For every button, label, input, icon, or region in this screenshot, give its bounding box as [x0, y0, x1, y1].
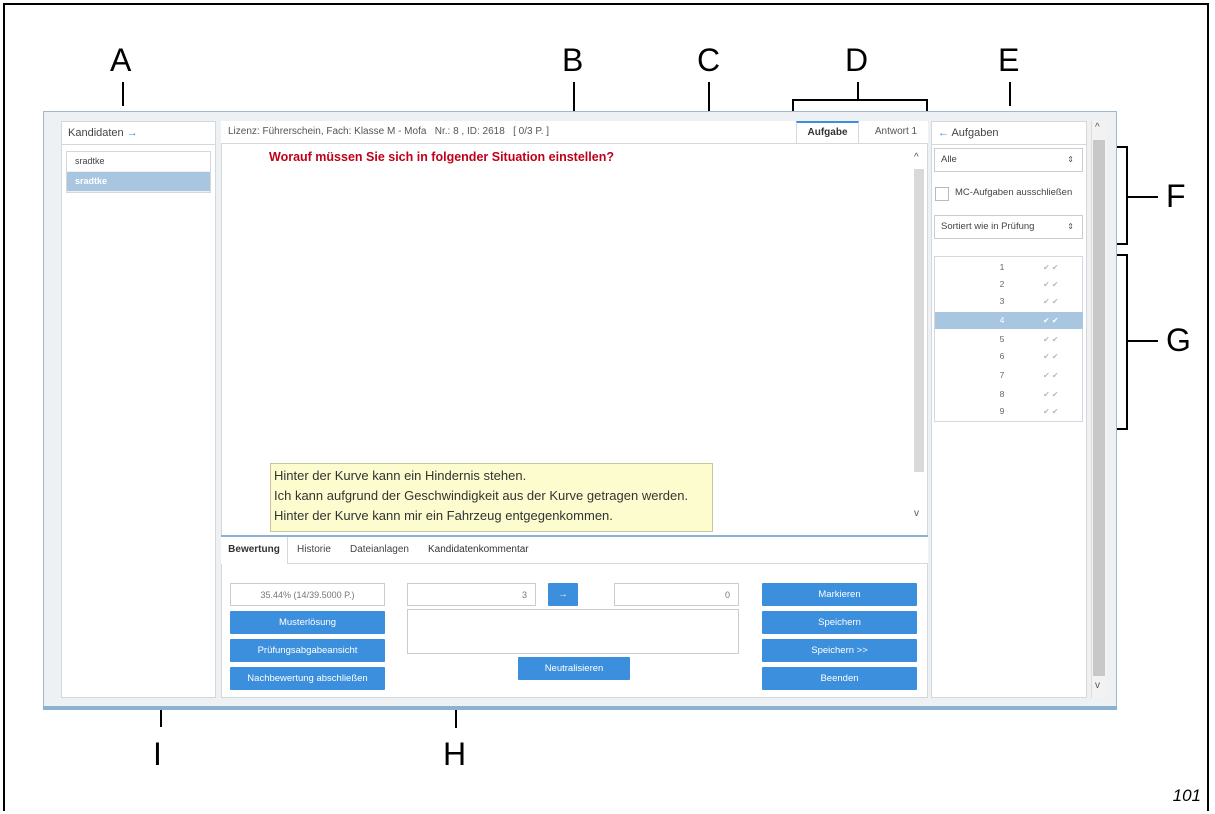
tab-antwort-1[interactable]: Antwort 1 — [866, 121, 926, 143]
tab-kandidatenkommentar[interactable]: Kandidatenkommentar — [428, 544, 529, 555]
answer-line: Ich kann aufgrund der Geschwindigkeit au… — [274, 488, 689, 503]
mc-exclude-checkbox[interactable] — [935, 187, 949, 201]
neutralisieren-button[interactable]: Neutralisieren — [518, 657, 630, 680]
content-scrollbar-thumb[interactable] — [914, 169, 924, 472]
check-icon: ✔ ✔ — [1043, 297, 1059, 306]
annotation-e-line — [1009, 82, 1011, 106]
nachbewertung-abschliessen-button[interactable]: Nachbewertung abschließen — [230, 667, 385, 690]
task-row[interactable]: 9 ✔ ✔ — [935, 403, 1083, 420]
answer-box: Hinter der Kurve kann ein Hindernis steh… — [270, 463, 713, 532]
mc-exclude-label: MC-Aufgaben ausschließen — [955, 187, 1073, 198]
speichern-weiter-button[interactable]: Speichern >> — [762, 639, 917, 662]
candidates-panel: Kandidaten → sradtke sradtke — [61, 121, 216, 698]
tasks-header[interactable]: ← Aufgaben — [932, 122, 1086, 145]
scroll-up-icon[interactable]: ^ — [1095, 122, 1100, 133]
list-item-selected[interactable]: sradtke — [67, 172, 210, 192]
annotation-g-line — [1128, 340, 1158, 342]
task-row-selected[interactable]: 4 ✔ ✔ — [935, 312, 1083, 329]
check-icon: ✔ ✔ — [1043, 280, 1059, 289]
annotation-a: A — [110, 42, 132, 78]
check-icon: ✔ ✔ — [1043, 263, 1059, 272]
annotation-g-bracket — [1126, 254, 1128, 430]
annotation-b: B — [562, 42, 584, 78]
annotation-i: I — [153, 736, 162, 772]
task-row[interactable]: 5 ✔ ✔ — [935, 331, 1083, 348]
tab-aufgabe-label: Aufgabe — [807, 127, 848, 138]
license-info: Lizenz: Führerschein, Fach: Klasse M - M… — [228, 126, 550, 137]
check-icon: ✔ ✔ — [1043, 407, 1059, 416]
task-number: 7 — [999, 370, 1005, 380]
candidate-list: sradtke sradtke — [66, 151, 211, 193]
task-number: 4 — [999, 315, 1005, 325]
arrow-right-icon[interactable]: → — [127, 127, 138, 139]
window-bottom-bar — [43, 706, 1117, 710]
tab-historie[interactable]: Historie — [297, 544, 331, 555]
tab-bewertung-label: Bewertung — [228, 544, 280, 555]
pruefungsabgabeansicht-button[interactable]: Prüfungsabgabeansicht — [230, 639, 385, 662]
arrow-left-icon[interactable]: ← — [938, 127, 949, 139]
annotation-d-bracket — [792, 99, 928, 101]
tasks-header-label: Aufgaben — [951, 127, 999, 139]
page-number: 101 — [1172, 786, 1201, 805]
sort-select-value: Sortiert wie in Prüfung — [941, 221, 1035, 232]
task-number: 3 — [999, 296, 1005, 306]
tab-aufgabe[interactable]: Aufgabe — [796, 121, 859, 143]
scroll-down-icon[interactable]: v — [1095, 680, 1100, 691]
annotation-d: D — [845, 42, 869, 78]
annotation-h: H — [443, 736, 467, 772]
check-icon: ✔ ✔ — [1043, 352, 1059, 361]
task-row[interactable]: 7 ✔ ✔ — [935, 367, 1083, 384]
markieren-button[interactable]: Markieren — [762, 583, 917, 606]
task-number: 5 — [999, 334, 1005, 344]
check-icon: ✔ ✔ — [1043, 371, 1059, 380]
points-input[interactable]: 3 — [407, 583, 536, 606]
task-number: 9 — [999, 406, 1005, 416]
transfer-arrow-button[interactable]: → — [548, 583, 578, 606]
comment-textarea[interactable] — [407, 609, 739, 654]
candidates-header[interactable]: Kandidaten → — [62, 122, 215, 145]
annotation-a-line — [122, 82, 124, 106]
question-text: Worauf müssen Sie sich in folgender Situ… — [269, 150, 614, 164]
beenden-button[interactable]: Beenden — [762, 667, 917, 690]
task-row[interactable]: 2 ✔ ✔ — [935, 276, 1083, 293]
answer-line: Hinter der Kurve kann ein Hindernis steh… — [274, 468, 527, 483]
scroll-down-icon[interactable]: v — [914, 508, 919, 519]
task-number: 8 — [999, 389, 1005, 399]
window-scrollbar-thumb[interactable] — [1093, 140, 1105, 676]
answer-line: Hinter der Kurve kann mir ein Fahrzeug e… — [274, 508, 613, 523]
candidates-header-label: Kandidaten — [68, 127, 124, 139]
tab-bewertung[interactable]: Bewertung — [221, 537, 288, 564]
task-number: 6 — [999, 351, 1005, 361]
task-number: 2 — [999, 279, 1005, 289]
task-row[interactable]: 8 ✔ ✔ — [935, 386, 1083, 403]
task-row[interactable]: 6 ✔ ✔ — [935, 348, 1083, 365]
bottom-tabbar: Bewertung Historie Dateianlagen Kandidat… — [221, 535, 928, 564]
speichern-button[interactable]: Speichern — [762, 611, 917, 634]
task-row[interactable]: 3 ✔ ✔ — [935, 293, 1083, 310]
filter-select[interactable]: Alle ⇕ — [934, 148, 1083, 172]
check-icon: ✔ ✔ — [1043, 335, 1059, 344]
tab-dateianlagen[interactable]: Dateianlagen — [350, 544, 409, 555]
annotation-c: C — [697, 42, 721, 78]
select-caret-icon: ⇕ — [1067, 222, 1074, 231]
filter-select-value: Alle — [941, 154, 957, 165]
annotation-g: G — [1166, 322, 1191, 358]
check-icon: ✔ ✔ — [1043, 390, 1059, 399]
center-header: Lizenz: Führerschein, Fach: Klasse M - M… — [221, 121, 928, 144]
check-icon: ✔ ✔ — [1043, 316, 1059, 325]
task-number: 1 — [999, 262, 1005, 272]
musterloesung-button[interactable]: Musterlösung — [230, 611, 385, 634]
annotation-f-line — [1128, 196, 1158, 198]
score-display: 35.44% (14/39.5000 P.) — [230, 583, 385, 606]
task-row[interactable]: 1 ✔ ✔ — [935, 259, 1083, 276]
annotation-d-line — [857, 82, 859, 99]
annotation-f: F — [1166, 178, 1186, 214]
sort-select[interactable]: Sortiert wie in Prüfung ⇕ — [934, 215, 1083, 239]
points-output[interactable]: 0 — [614, 583, 739, 606]
annotation-e: E — [998, 42, 1020, 78]
select-caret-icon: ⇕ — [1067, 155, 1074, 164]
list-item[interactable]: sradtke — [67, 152, 210, 172]
scroll-up-icon[interactable]: ^ — [914, 152, 919, 163]
